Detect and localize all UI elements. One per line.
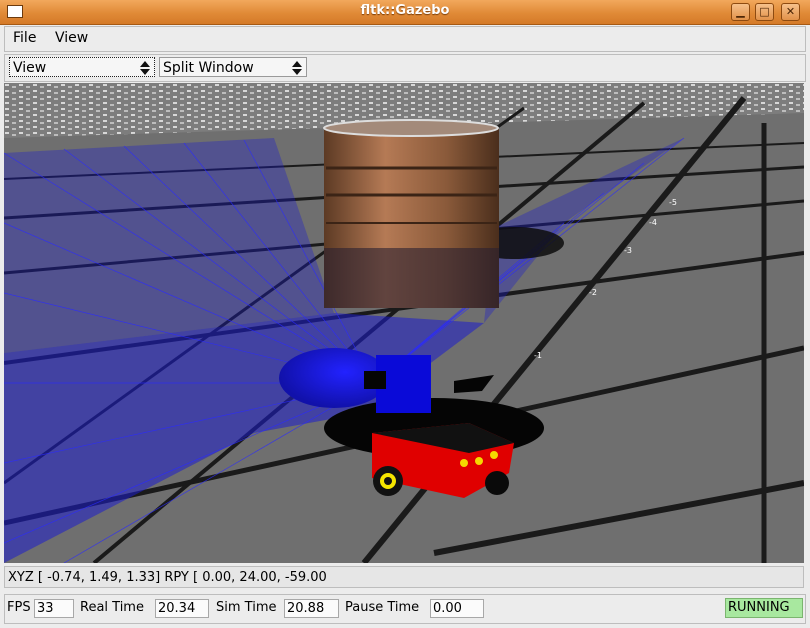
maximize-button[interactable]: □	[755, 3, 774, 21]
updown-arrows-icon	[140, 60, 150, 76]
view-choice[interactable]: View	[9, 57, 155, 77]
updown-arrows-icon	[292, 60, 302, 76]
menu-bar: File View	[4, 26, 806, 52]
minimize-button[interactable]: ▁	[731, 3, 750, 21]
3d-viewport[interactable]: -1 -2 -3 -4 -5	[4, 83, 804, 563]
barrel-model	[323, 119, 499, 308]
real-time-label: Real Time	[80, 600, 144, 615]
time-status-bar: FPS 33 Real Time 20.34 Sim Time 20.88 Pa…	[4, 594, 806, 624]
axis-label: -5	[669, 198, 677, 207]
axis-label: -1	[534, 351, 542, 360]
sim-time-field: 20.88	[284, 599, 339, 618]
window-layout-choice[interactable]: Split Window	[159, 57, 307, 77]
menu-file[interactable]: File	[13, 30, 36, 46]
run-state-indicator[interactable]: RUNNING	[725, 598, 803, 618]
pause-time-field: 0.00	[430, 599, 484, 618]
scene-render: -1 -2 -3 -4 -5	[4, 83, 804, 563]
close-button[interactable]: ✕	[781, 3, 800, 21]
axis-label: -4	[649, 218, 657, 227]
toolbar: View Split Window	[4, 54, 806, 82]
fps-label: FPS	[7, 600, 31, 615]
window-layout-choice-label: Split Window	[163, 60, 254, 76]
axis-label: -3	[624, 246, 632, 255]
menu-view[interactable]: View	[55, 30, 88, 46]
pose-status-line: XYZ [ -0.74, 1.49, 1.33] RPY [ 0.00, 24.…	[4, 566, 804, 588]
pause-time-label: Pause Time	[345, 600, 420, 615]
real-time-field: 20.34	[155, 599, 209, 618]
fps-field: 33	[34, 599, 74, 618]
sim-time-label: Sim Time	[216, 600, 277, 615]
gazebo-window: fltk::Gazebo ▁ □ ✕ File View View Split …	[0, 0, 810, 628]
title-bar[interactable]: fltk::Gazebo ▁ □ ✕	[0, 0, 810, 25]
view-choice-label: View	[13, 60, 47, 76]
axis-label: -2	[589, 288, 597, 297]
window-title: fltk::Gazebo	[360, 3, 450, 18]
